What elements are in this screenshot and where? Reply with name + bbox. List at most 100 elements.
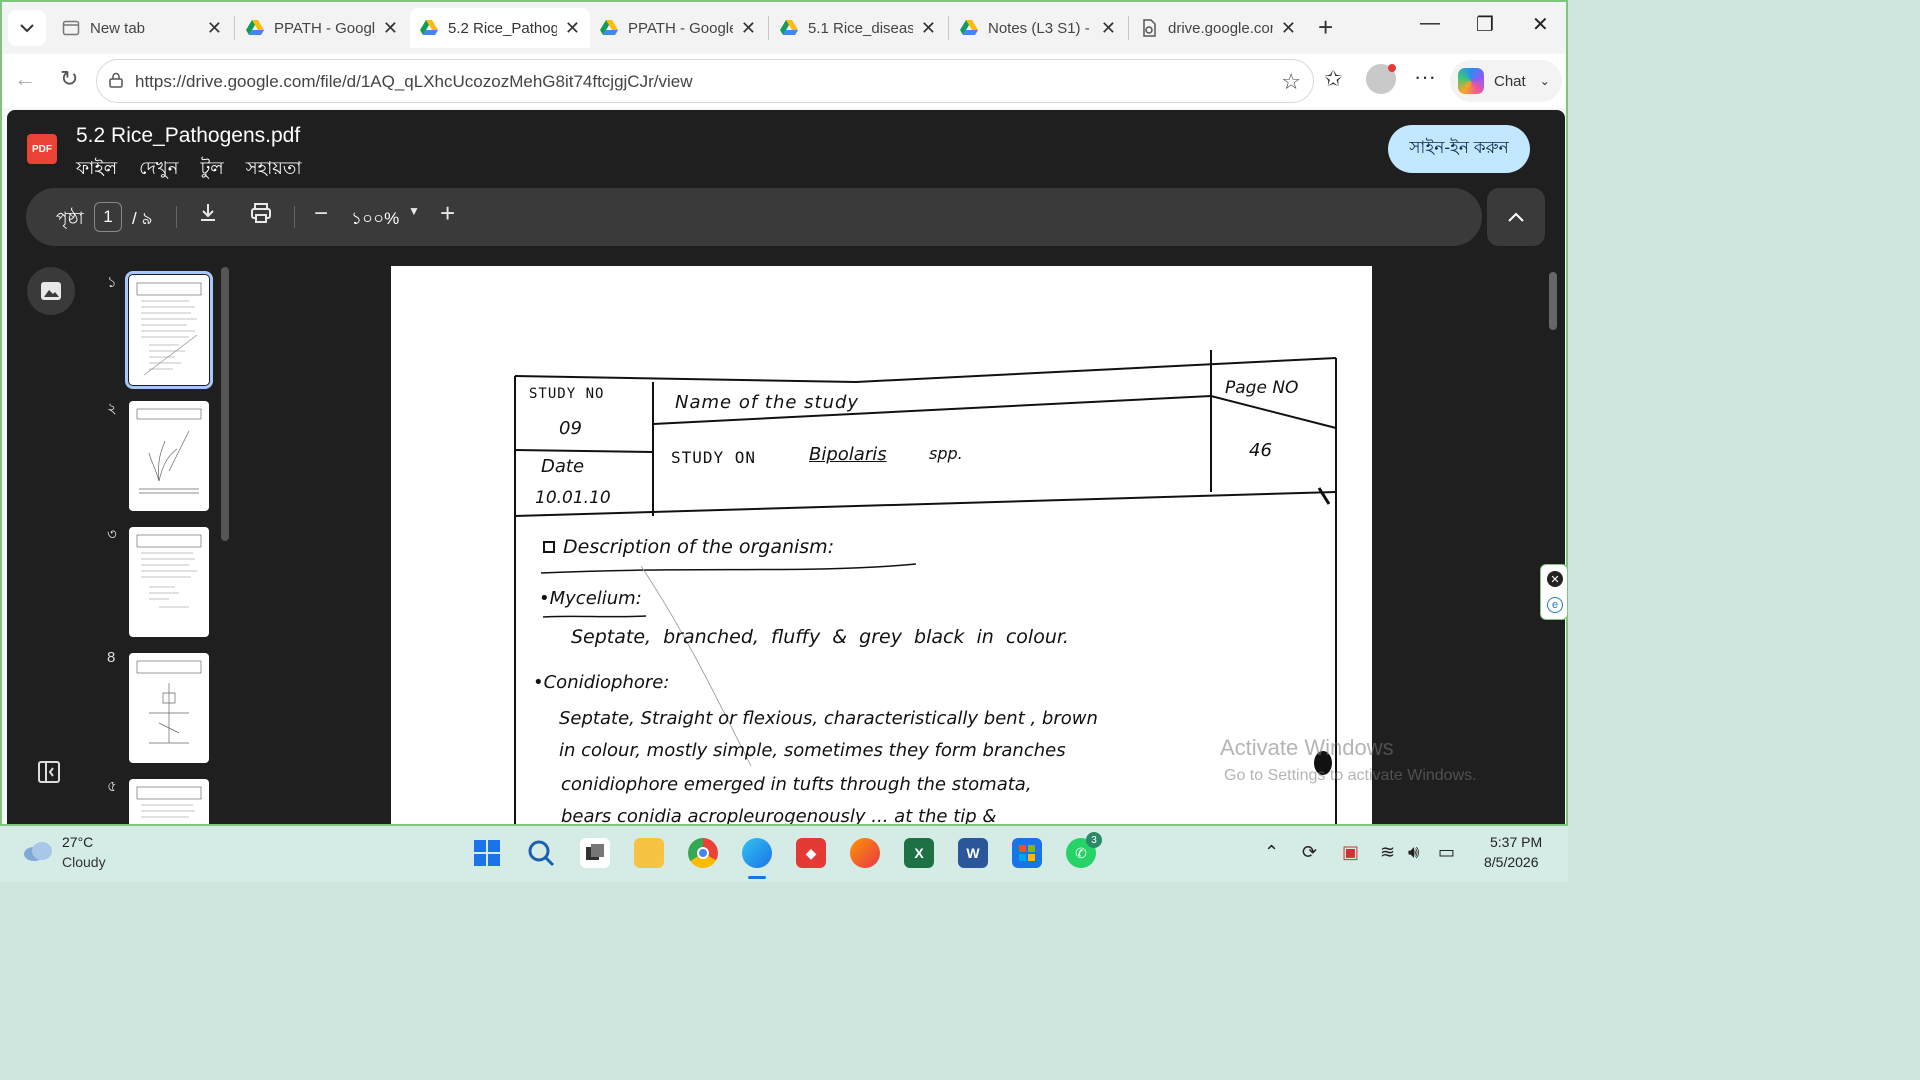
- activate-windows-subtitle: Go to Settings to activate Windows.: [1224, 767, 1477, 784]
- edge-e-icon[interactable]: e: [1547, 597, 1563, 613]
- close-circle-icon[interactable]: ✕: [1547, 571, 1563, 587]
- clock-date[interactable]: 8/5/2026: [1484, 854, 1539, 870]
- date-label: Date: [541, 456, 585, 477]
- thumbnail-scrollbar[interactable]: [221, 267, 229, 541]
- edge-icon[interactable]: [742, 838, 772, 868]
- profile-avatar[interactable]: [1366, 64, 1396, 94]
- excel-icon[interactable]: X: [904, 838, 934, 868]
- app-tray-icon[interactable]: ▣: [1342, 842, 1359, 863]
- page-thumbnail-4[interactable]: [129, 653, 209, 763]
- close-tab-icon[interactable]: ✕: [207, 18, 222, 39]
- windows-start-icon[interactable]: [472, 838, 502, 868]
- address-bar[interactable]: https://drive.google.com/file/d/1AQ_qLXh…: [96, 59, 1314, 103]
- volume-icon[interactable]: 🔊︎: [1408, 842, 1419, 863]
- clock-time[interactable]: 5:37 PM: [1490, 834, 1542, 850]
- google-drive-icon: [780, 20, 798, 35]
- toggle-side-panel-icon[interactable]: [37, 760, 61, 784]
- chevron-up-icon: [1508, 212, 1524, 222]
- url-text[interactable]: https://drive.google.com/file/d/1AQ_qLXh…: [135, 72, 692, 92]
- anydesk-icon[interactable]: ◆: [796, 838, 826, 868]
- thumbnail-number: ৩: [107, 526, 117, 543]
- wifi-icon[interactable]: ≋: [1380, 842, 1395, 863]
- close-tab-icon[interactable]: ✕: [1281, 18, 1296, 39]
- study-name-label: Name of the study: [675, 392, 860, 413]
- new-tab-plus-icon[interactable]: +: [1318, 12, 1333, 43]
- page-number-input[interactable]: 1: [94, 202, 122, 232]
- pdf-file-icon: PDF: [27, 134, 57, 164]
- sign-in-button[interactable]: সাইন-ইন করুন: [1388, 125, 1530, 173]
- document-scrollbar[interactable]: [1549, 272, 1557, 330]
- search-icon[interactable]: [526, 838, 556, 868]
- menu-view[interactable]: দেখুন: [139, 154, 178, 185]
- minimize-icon[interactable]: —: [1420, 12, 1440, 35]
- collapse-header-button[interactable]: [1487, 188, 1545, 246]
- notification-dot: [1388, 64, 1396, 72]
- image-view-button[interactable]: [27, 267, 75, 315]
- tab-ppath-drive-2[interactable]: PPATH - Google Drive ✕: [590, 8, 766, 48]
- print-icon[interactable]: [250, 202, 272, 230]
- zoom-level[interactable]: ১০০%: [351, 206, 399, 234]
- tab-label: 5.2 Rice_Pathogens.pdf: [448, 19, 557, 37]
- menu-help[interactable]: সহায়তা: [246, 154, 302, 185]
- browser-window: New tab ✕ PPATH - Google Drive ✕ 5.2 Ric…: [0, 0, 1568, 826]
- firefox-icon[interactable]: [850, 838, 880, 868]
- close-tab-icon[interactable]: ✕: [383, 18, 398, 39]
- study-genus: Bipolaris: [809, 444, 887, 465]
- close-window-icon[interactable]: ✕: [1532, 12, 1549, 37]
- tab-notes[interactable]: Notes (L3 S1) - Google ✕: [950, 8, 1126, 48]
- menu-file[interactable]: ফাইল: [76, 154, 117, 185]
- weather-description[interactable]: Cloudy: [62, 854, 106, 870]
- page-thumbnail-5[interactable]: [129, 779, 209, 824]
- more-options-icon[interactable]: ···: [1414, 64, 1436, 90]
- favorite-star-icon[interactable]: ☆: [1281, 69, 1301, 95]
- chrome-icon[interactable]: [688, 838, 718, 868]
- back-arrow-icon[interactable]: ←: [14, 66, 36, 92]
- refresh-icon[interactable]: ↻: [60, 66, 78, 92]
- conidiophore-line-3: conidiophore emerged in tufts through th…: [561, 774, 1032, 795]
- tab-rice-pathogens[interactable]: 5.2 Rice_Pathogens.pdf ✕: [410, 8, 590, 48]
- show-hidden-icons-chevron[interactable]: ⌃: [1264, 842, 1279, 863]
- task-view-icon[interactable]: [580, 838, 610, 868]
- file-explorer-icon[interactable]: [634, 838, 664, 868]
- side-widget[interactable]: ✕ e: [1540, 564, 1568, 620]
- page-thumbnail-2[interactable]: [129, 401, 209, 511]
- menu-tools[interactable]: টুল: [200, 154, 223, 185]
- word-icon[interactable]: W: [958, 838, 988, 868]
- close-tab-icon[interactable]: ✕: [921, 18, 936, 39]
- section-heading: Description of the organism:: [543, 536, 834, 558]
- checkbox-bullet: [543, 541, 555, 553]
- zoom-dropdown-icon[interactable]: ▼: [408, 204, 420, 218]
- tab-label: Notes (L3 S1) - Google: [988, 19, 1093, 37]
- favorites-icon[interactable]: ✩: [1324, 66, 1342, 92]
- zoom-out-icon[interactable]: −: [314, 200, 328, 228]
- tab-label: New tab: [90, 19, 146, 37]
- mycelium-text: Septate, branched, fluffy & grey black i…: [571, 626, 1069, 648]
- file-name: 5.2 Rice_Pathogens.pdf: [76, 124, 301, 147]
- microsoft-store-icon[interactable]: [1012, 838, 1042, 868]
- page-thumbnail-3[interactable]: [129, 527, 209, 637]
- thumbnail-number: 8: [107, 649, 116, 666]
- image-icon: [41, 282, 61, 300]
- sync-icon[interactable]: ⟳: [1302, 842, 1317, 863]
- tab-new-tab[interactable]: New tab ✕: [52, 8, 232, 48]
- tab-ppath-drive-1[interactable]: PPATH - Google Drive ✕: [236, 8, 408, 48]
- close-tab-icon[interactable]: ✕: [1101, 18, 1116, 39]
- download-icon[interactable]: [198, 202, 218, 230]
- tab-actions-menu-button[interactable]: [8, 10, 46, 46]
- page-label: পৃষ্ঠা: [56, 209, 84, 228]
- close-tab-icon[interactable]: ✕: [565, 18, 580, 39]
- restore-icon[interactable]: ❐: [1476, 12, 1494, 37]
- battery-icon[interactable]: ▭: [1438, 842, 1455, 863]
- page-thumbnail-1[interactable]: [125, 271, 213, 389]
- thumbnail-number: ২: [107, 400, 117, 417]
- tab-drive-download[interactable]: drive.google.com ✕: [1130, 8, 1306, 48]
- tab-rice-diseases[interactable]: 5.1 Rice_diseases ✕: [770, 8, 946, 48]
- weather-temperature[interactable]: 27°C: [62, 834, 93, 850]
- pdf-toolbar: পৃষ্ঠা 1 / ৯ − ১০০% ▼ +: [26, 188, 1482, 246]
- copilot-chat-button[interactable]: Chat ⌄: [1450, 60, 1562, 102]
- study-no-label: STUDY NO: [529, 386, 605, 402]
- close-tab-icon[interactable]: ✕: [741, 18, 756, 39]
- windows-taskbar: 27°C Cloudy ◆ X W ✆ 3 ⌃ ⟳ ▣ ≋ 🔊︎ ▭ 5:37 …: [0, 826, 1568, 882]
- zoom-in-icon[interactable]: +: [440, 198, 455, 229]
- tab-label: PPATH - Google Drive: [274, 19, 375, 37]
